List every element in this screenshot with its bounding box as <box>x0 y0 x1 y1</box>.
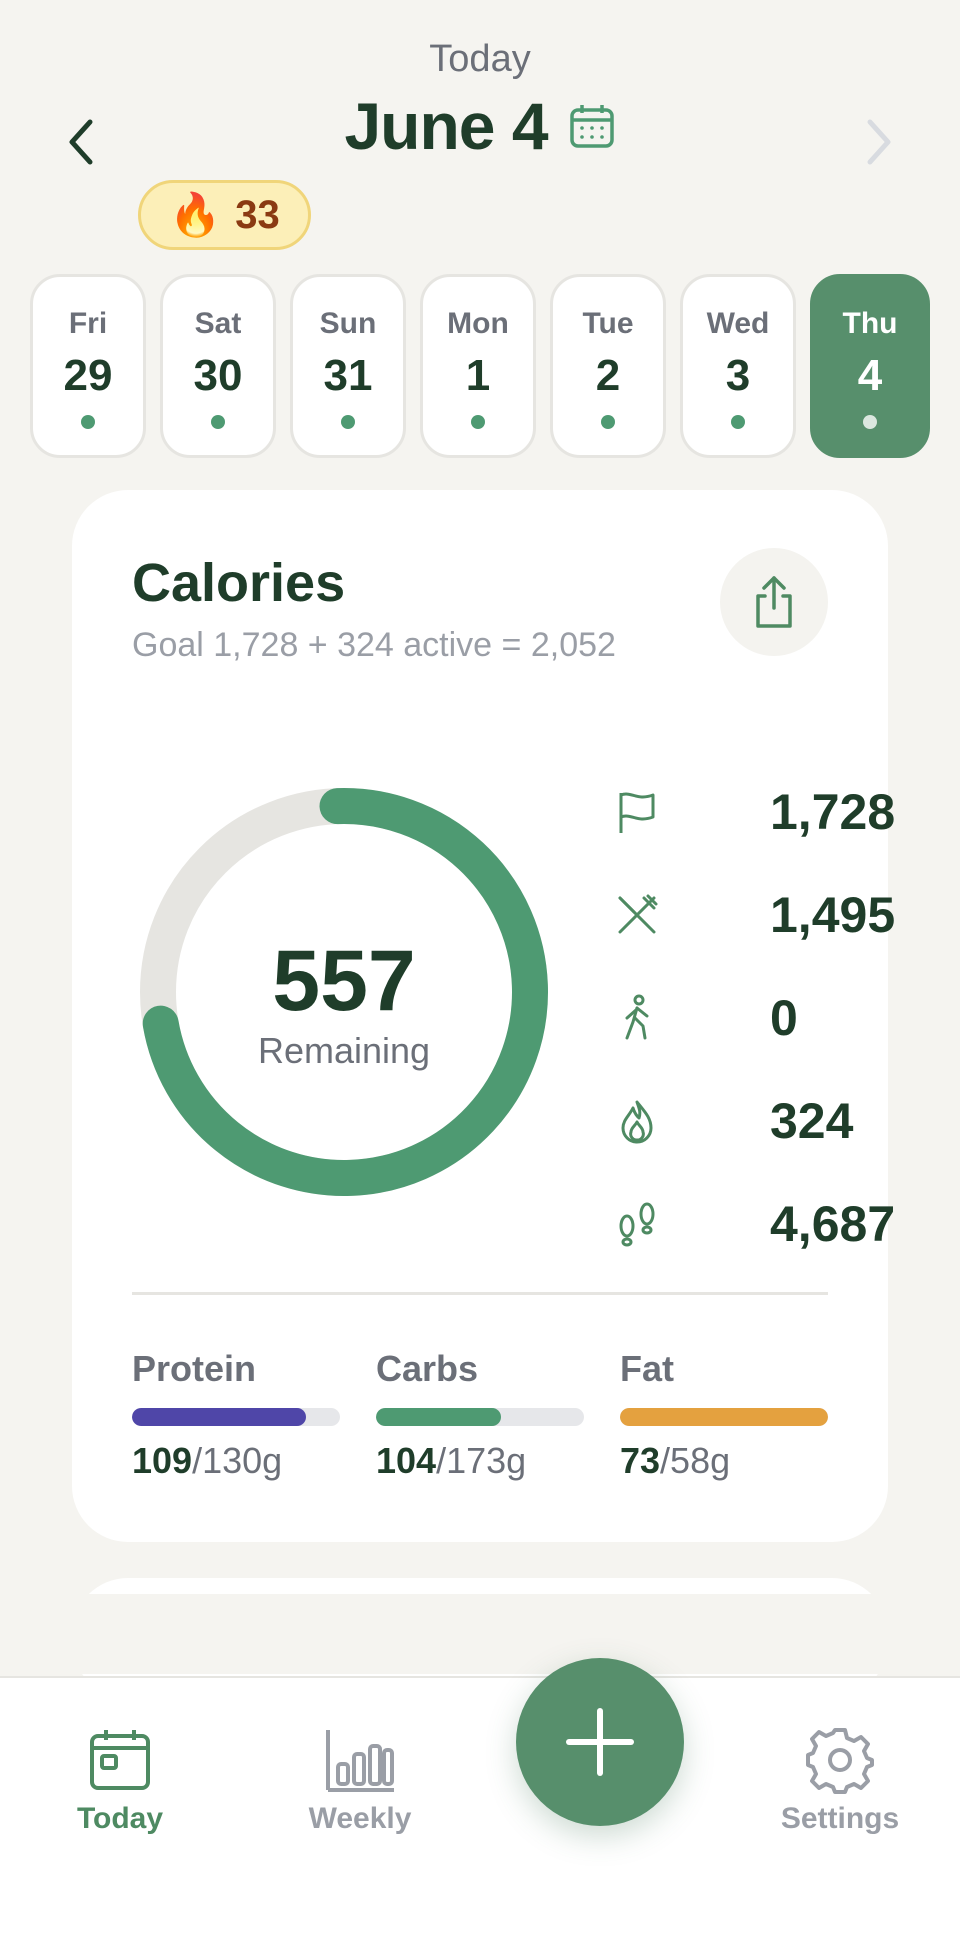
chevron-right-icon <box>867 119 891 165</box>
gear-icon <box>806 1728 874 1794</box>
calendar-icon <box>90 1730 150 1790</box>
header: Today June 4 🔥 33 <box>0 0 960 260</box>
tab-today[interactable]: Today <box>20 1726 220 1836</box>
day-strip: Fri 29 Sat 30 Sun 31 Mon 1 Tue 2 Wed 3 Thu 4 <box>30 274 930 458</box>
day-item-selected[interactable]: Thu 4 <box>810 274 930 458</box>
tab-label: Weekly <box>308 1802 412 1835</box>
day-number: 31 <box>323 351 373 400</box>
streak-count: 33 <box>235 192 280 237</box>
stat-value: 324 <box>770 1092 854 1149</box>
day-number: 3 <box>725 351 751 400</box>
day-number: 1 <box>465 351 491 400</box>
macro-fat[interactable]: Fat 73/58g <box>620 1348 828 1482</box>
macro-progress-bar <box>376 1408 584 1426</box>
stat-goal: 1,728 <box>612 760 895 863</box>
flag-icon <box>612 787 662 837</box>
footprints-icon <box>612 1199 662 1249</box>
tab-label: Settings <box>780 1802 900 1835</box>
macro-progress-fill <box>132 1408 307 1426</box>
stat-active: 324 <box>612 1069 882 1172</box>
stat-value: 1,728 <box>770 783 896 840</box>
day-item[interactable]: Tue 2 <box>550 274 666 458</box>
stat-exercise: 0 <box>612 966 882 1069</box>
calories-goal-subtitle: Goal 1,728 + 324 active = 2,052 <box>132 626 616 664</box>
calorie-stats-list: 1,728 1,495 0 324 4,687 <box>612 760 895 1275</box>
date-title: June 4 <box>344 89 548 163</box>
tab-settings[interactable]: Settings <box>740 1726 940 1836</box>
tab-weekly[interactable]: Weekly <box>260 1726 460 1836</box>
bar-chart-icon <box>326 1730 394 1792</box>
stat-steps: 4,687 <box>612 1172 895 1275</box>
plus-icon <box>566 1708 634 1776</box>
share-button[interactable] <box>720 548 828 656</box>
day-item[interactable]: Fri 29 <box>30 274 146 458</box>
streak-badge[interactable]: 🔥 33 <box>138 180 311 250</box>
stat-value: 0 <box>770 989 798 1046</box>
macro-amount: 104/173g <box>376 1440 527 1481</box>
divider <box>132 1292 828 1295</box>
scroll-fade <box>0 1594 960 1674</box>
day-name: Fri <box>68 307 108 340</box>
macro-name: Fat <box>620 1348 674 1389</box>
macro-progress-bar <box>132 1408 340 1426</box>
logged-dot <box>863 415 877 429</box>
previous-day-button[interactable] <box>56 112 106 172</box>
walking-icon <box>612 993 662 1043</box>
day-item[interactable]: Wed 3 <box>680 274 796 458</box>
macro-name: Protein <box>132 1348 257 1389</box>
date-title-row: June 4 <box>0 88 960 164</box>
macro-progress-fill <box>620 1408 828 1426</box>
day-item[interactable]: Sun 31 <box>290 274 406 458</box>
today-label: Today <box>429 38 531 80</box>
macro-carbs[interactable]: Carbs 104/173g <box>376 1348 584 1482</box>
day-name: Tue <box>582 307 634 340</box>
stat-food: 1,495 <box>612 863 895 966</box>
day-number: 30 <box>193 351 243 400</box>
logged-dot <box>211 415 225 429</box>
day-number: 4 <box>857 351 883 400</box>
stat-value: 4,687 <box>770 1195 896 1252</box>
stat-value: 1,495 <box>770 886 896 943</box>
day-name: Sun <box>319 307 377 340</box>
remaining-label: Remaining <box>257 1030 431 1071</box>
next-day-button[interactable] <box>854 112 904 172</box>
macro-protein[interactable]: Protein 109/130g <box>132 1348 340 1482</box>
macro-progress-bar <box>620 1408 828 1426</box>
macro-name: Carbs <box>376 1348 479 1389</box>
share-icon <box>756 576 792 628</box>
macro-progress-fill <box>376 1408 501 1426</box>
calendar-icon[interactable] <box>568 102 616 150</box>
remaining-value: 557 <box>272 933 416 1029</box>
day-item[interactable]: Sat 30 <box>160 274 276 458</box>
tab-bar: Today Weekly Settings <box>0 1676 960 1939</box>
calories-title: Calories <box>132 553 346 613</box>
day-number: 29 <box>63 351 113 400</box>
tab-label: Today <box>76 1802 164 1835</box>
day-item[interactable]: Mon 1 <box>420 274 536 458</box>
day-name: Sat <box>194 307 242 340</box>
logged-dot <box>471 415 485 429</box>
add-entry-button[interactable] <box>516 1658 684 1826</box>
chevron-left-icon <box>69 119 93 165</box>
logged-dot <box>601 415 615 429</box>
logged-dot <box>731 415 745 429</box>
day-name: Mon <box>447 307 509 340</box>
logged-dot <box>341 415 355 429</box>
fork-knife-icon <box>612 890 662 940</box>
calories-card: Calories Goal 1,728 + 324 active = 2,052… <box>72 490 895 1542</box>
macro-amount: 109/130g <box>132 1440 283 1481</box>
macros-row: Protein 109/130g Carbs 104/173g Fat 73/5… <box>132 1348 832 1482</box>
logged-dot <box>81 415 95 429</box>
day-name: Thu <box>842 307 898 340</box>
fire-icon: 🔥 <box>169 191 222 238</box>
day-number: 2 <box>595 351 621 400</box>
day-name: Wed <box>706 307 770 340</box>
macro-amount: 73/58g <box>620 1440 731 1481</box>
flame-icon <box>612 1096 662 1146</box>
